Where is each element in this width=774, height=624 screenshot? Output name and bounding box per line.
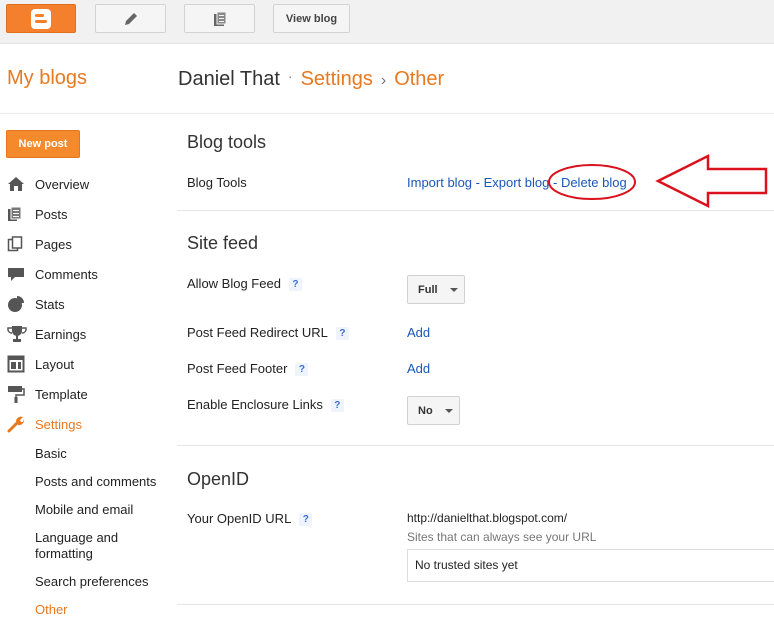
allow-blog-feed-label: Allow Blog Feed bbox=[187, 276, 281, 291]
enable-enclosure-links-dropdown[interactable]: No bbox=[407, 396, 460, 425]
blog-tools-label: Blog Tools bbox=[187, 175, 247, 190]
openid-url-row: Your OpenID URL? bbox=[187, 511, 313, 527]
section-title-blog-tools: Blog tools bbox=[187, 132, 267, 152]
post-feed-footer-add-link[interactable]: Add bbox=[407, 361, 430, 376]
section-divider bbox=[177, 604, 774, 605]
breadcrumb: Daniel That · Settings › Other bbox=[178, 68, 444, 91]
pie-chart-icon bbox=[7, 295, 27, 313]
openid-url-label: Your OpenID URL bbox=[187, 511, 292, 526]
sidebar-item-label: Layout bbox=[35, 356, 75, 372]
post-feed-redirect-add-link[interactable]: Add bbox=[407, 325, 430, 340]
sidebar-subitem-mobile-and-email[interactable]: Mobile and email bbox=[35, 502, 133, 518]
sidebar-item-label: Posts bbox=[35, 206, 68, 222]
sidebar-item-stats[interactable]: Stats bbox=[7, 291, 65, 317]
sidebar-subitem-language-and-formatting[interactable]: Language and formatting bbox=[35, 530, 135, 562]
help-icon[interactable]: ? bbox=[295, 363, 309, 377]
posts-list-button[interactable] bbox=[184, 4, 255, 33]
breadcrumb-current-page: Other bbox=[394, 68, 445, 90]
help-icon[interactable]: ? bbox=[335, 327, 349, 341]
caret-down-icon bbox=[449, 287, 458, 292]
sidebar-item-label: Overview bbox=[35, 176, 90, 192]
section-divider bbox=[177, 210, 774, 211]
posts-icon bbox=[7, 205, 27, 223]
pages-icon bbox=[7, 235, 27, 253]
trophy-icon bbox=[7, 325, 27, 343]
sidebar-item-overview[interactable]: Overview bbox=[7, 171, 89, 197]
paint-roller-icon bbox=[7, 385, 27, 403]
sidebar-item-pages[interactable]: Pages bbox=[7, 231, 72, 257]
pencil-icon bbox=[124, 12, 137, 25]
sidebar-subitem-basic[interactable]: Basic bbox=[35, 446, 67, 462]
trusted-sites-empty-text: No trusted sites yet bbox=[415, 558, 518, 572]
sidebar-item-label: Stats bbox=[35, 296, 65, 312]
enable-enclosure-links-row: Enable Enclosure Links? bbox=[187, 397, 344, 413]
header-divider bbox=[0, 113, 774, 114]
breadcrumb-dot-separator: · bbox=[287, 68, 293, 84]
import-blog-link[interactable]: Import blog bbox=[407, 175, 472, 190]
section-title-site-feed: Site feed bbox=[187, 233, 259, 253]
annotation-ellipse bbox=[548, 164, 636, 200]
sidebar-item-settings[interactable]: Settings bbox=[7, 411, 82, 437]
sidebar-item-layout[interactable]: Layout bbox=[7, 351, 74, 377]
openid-url-value: http://danielthat.blogspot.com/ bbox=[407, 511, 568, 525]
allow-blog-feed-row: Allow Blog Feed? bbox=[187, 276, 302, 292]
my-blogs-link[interactable]: My blogs bbox=[7, 67, 87, 90]
export-blog-link[interactable]: Export blog bbox=[484, 175, 550, 190]
document-list-icon bbox=[213, 11, 226, 26]
blogger-icon bbox=[31, 8, 51, 29]
annotation-overlay bbox=[548, 153, 768, 209]
link-separator: - bbox=[472, 175, 484, 190]
sidebar-item-label: Pages bbox=[35, 236, 72, 252]
post-feed-redirect-row: Post Feed Redirect URL? bbox=[187, 325, 349, 341]
sidebar-subitem-posts-and-comments[interactable]: Posts and comments bbox=[35, 474, 156, 490]
dropdown-value: Full bbox=[418, 283, 438, 296]
breadcrumb-blog-name[interactable]: Daniel That bbox=[178, 68, 280, 90]
breadcrumb-chevron-separator: › bbox=[380, 72, 387, 89]
help-icon[interactable]: ? bbox=[330, 399, 344, 413]
sidebar-item-comments[interactable]: Comments bbox=[7, 261, 98, 287]
openid-trusted-sites-note: Sites that can always see your URL bbox=[407, 530, 597, 544]
sidebar-subitem-other[interactable]: Other bbox=[35, 602, 68, 618]
caret-down-icon bbox=[444, 408, 453, 413]
post-feed-footer-row: Post Feed Footer? bbox=[187, 361, 309, 377]
sidebar-item-earnings[interactable]: Earnings bbox=[7, 321, 86, 347]
trusted-sites-box: No trusted sites yet bbox=[407, 549, 774, 582]
post-feed-redirect-label: Post Feed Redirect URL bbox=[187, 325, 328, 340]
help-icon[interactable]: ? bbox=[288, 278, 302, 292]
sidebar-item-label: Comments bbox=[35, 266, 98, 282]
sidebar-item-posts[interactable]: Posts bbox=[7, 201, 68, 227]
sidebar-item-template[interactable]: Template bbox=[7, 381, 88, 407]
sidebar-item-label: Template bbox=[35, 386, 88, 402]
section-divider bbox=[177, 445, 774, 446]
new-post-pencil-button[interactable] bbox=[95, 4, 166, 33]
sidebar-item-label: Earnings bbox=[35, 326, 87, 342]
help-icon[interactable]: ? bbox=[299, 513, 313, 527]
allow-blog-feed-dropdown[interactable]: Full bbox=[407, 275, 465, 304]
new-post-button[interactable]: New post bbox=[6, 130, 80, 158]
enable-enclosure-links-label: Enable Enclosure Links bbox=[187, 397, 323, 412]
comment-icon bbox=[7, 265, 27, 283]
wrench-icon bbox=[7, 415, 27, 433]
post-feed-footer-label: Post Feed Footer bbox=[187, 361, 288, 376]
blogger-logo-button[interactable] bbox=[6, 4, 76, 33]
home-icon bbox=[7, 175, 27, 193]
breadcrumb-settings[interactable]: Settings bbox=[301, 68, 373, 90]
dropdown-value: No bbox=[418, 404, 433, 417]
section-title-openid: OpenID bbox=[187, 469, 250, 489]
annotation-arrow-icon bbox=[655, 153, 768, 209]
sidebar-subitem-search-preferences[interactable]: Search preferences bbox=[35, 574, 148, 590]
view-blog-button[interactable]: View blog bbox=[273, 4, 350, 33]
sidebar-item-label: Settings bbox=[35, 416, 82, 432]
top-toolbar: View blog bbox=[0, 0, 774, 44]
layout-icon bbox=[7, 355, 27, 373]
